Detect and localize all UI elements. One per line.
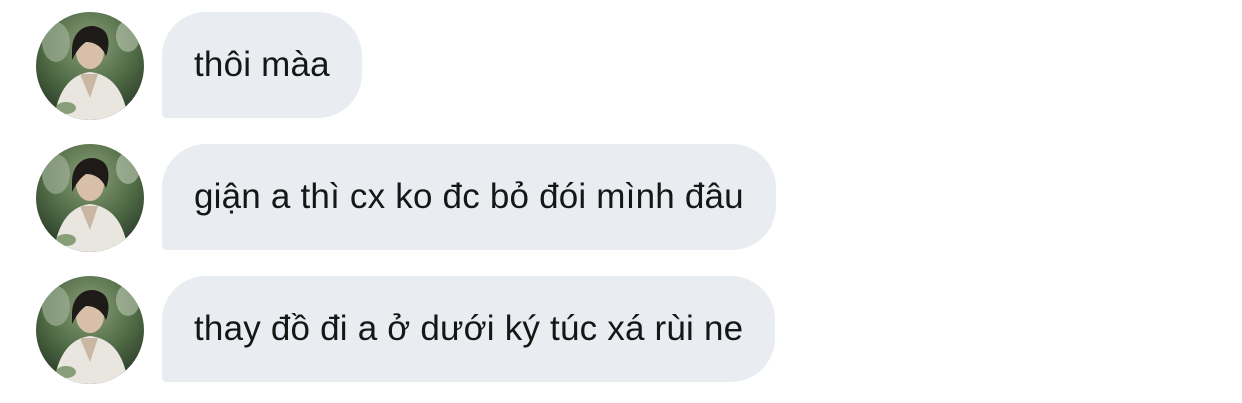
message-bubble[interactable]: giận a thì cx ko đc bỏ đói mình đâu	[162, 144, 776, 250]
message-bubble[interactable]: thôi màa	[162, 12, 362, 118]
message-thread: thôi màa giận a thì cx ko đc bỏ đói mình…	[0, 0, 1242, 403]
message-bubble[interactable]: thay đồ đi a ở dưới ký túc xá rùi ne	[162, 276, 776, 382]
message-text: thôi màa	[194, 45, 330, 84]
profile-photo-icon[interactable]	[36, 276, 144, 384]
profile-photo-icon[interactable]	[36, 144, 144, 252]
profile-photo-icon[interactable]	[36, 12, 144, 120]
message-text: thay đồ đi a ở dưới ký túc xá rùi ne	[194, 309, 744, 348]
message-text: giận a thì cx ko đc bỏ đói mình đâu	[194, 177, 744, 216]
